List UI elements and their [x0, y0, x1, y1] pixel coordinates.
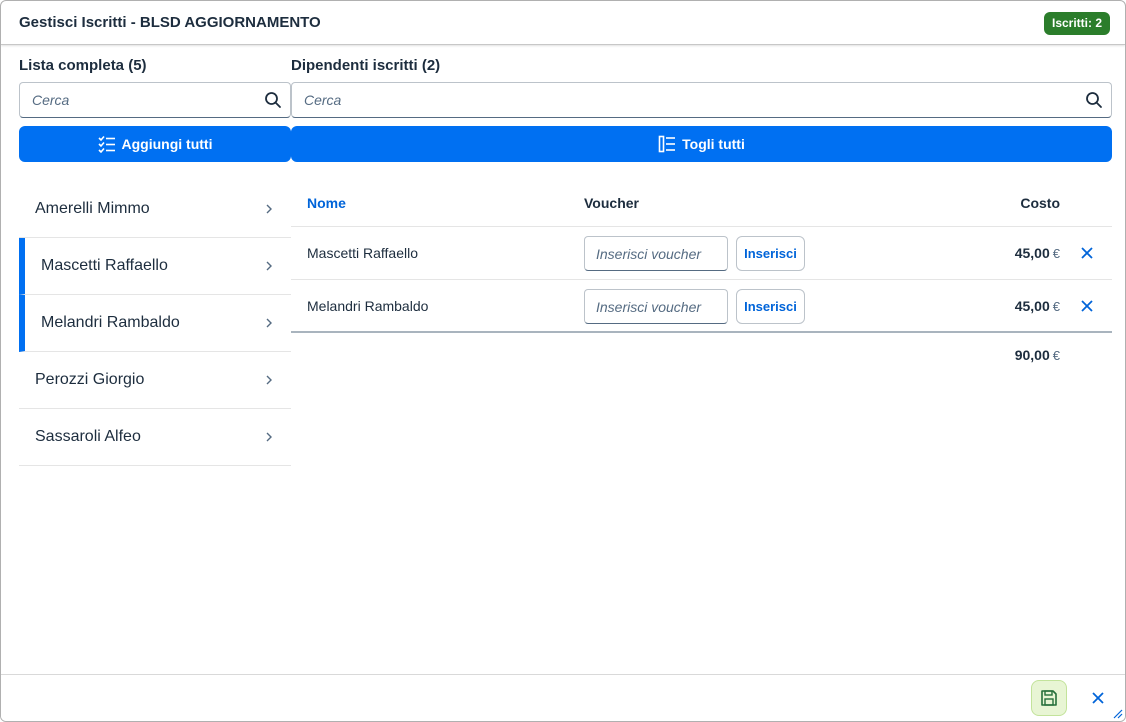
search-icon[interactable] — [1085, 91, 1103, 109]
list-item-label: Melandri Rambaldo — [41, 314, 180, 331]
add-all-label: Aggiungi tutti — [121, 136, 213, 152]
close-icon[interactable] — [1080, 246, 1094, 260]
list-item[interactable]: Amerelli Mimmo — [19, 181, 291, 238]
dialog-header: Gestisci Iscritti - BLSD AGGIORNAMENTO I… — [1, 1, 1125, 45]
full-list-search-input[interactable] — [20, 83, 290, 117]
total-amount: 90,00 — [1014, 347, 1050, 363]
chevron-right-icon — [266, 432, 272, 442]
list-item-label: Sassaroli Alfeo — [35, 428, 141, 445]
checklist-icon — [97, 135, 115, 153]
close-icon[interactable] — [1080, 299, 1094, 313]
chevron-right-icon — [266, 318, 272, 328]
remove-all-label: Togli tutti — [682, 136, 745, 152]
table-row: Melandri Rambaldo Inserisci 45,00€ — [291, 280, 1112, 333]
list-item[interactable]: Perozzi Giorgio — [19, 352, 291, 409]
cost-amount: 45,00 — [1014, 298, 1050, 314]
list-item[interactable]: Melandri Rambaldo — [19, 295, 291, 352]
column-header-cost: Costo — [1020, 195, 1060, 211]
full-list: Amerelli Mimmo Mascetti Raffaello Meland… — [19, 181, 291, 466]
enrolled-search-input[interactable] — [292, 83, 1111, 117]
enrolled-table: Nome Voucher Costo Mascetti Raffaello In… — [291, 181, 1112, 373]
cost-amount: 45,00 — [1014, 245, 1050, 261]
column-header-name[interactable]: Nome — [307, 195, 346, 211]
total-cost: 90,00 € — [1015, 347, 1060, 363]
insert-voucher-button[interactable]: Inserisci — [736, 236, 805, 271]
list-item[interactable]: Mascetti Raffaello — [19, 238, 291, 295]
chevron-right-icon — [266, 261, 272, 271]
row-name: Mascetti Raffaello — [307, 245, 419, 261]
insert-voucher-button[interactable]: Inserisci — [736, 289, 805, 324]
chevron-right-icon — [266, 375, 272, 385]
row-cost: 45,00 € — [1015, 298, 1060, 314]
enrolled-count-badge: Iscritti: 2 — [1043, 12, 1110, 35]
dialog-title: Gestisci Iscritti - BLSD AGGIORNAMENTO — [19, 14, 321, 31]
column-header-voucher: Voucher — [584, 195, 639, 211]
remove-all-button[interactable]: Togli tutti — [291, 126, 1112, 162]
list-item[interactable]: Sassaroli Alfeo — [19, 409, 291, 466]
list-item-label: Mascetti Raffaello — [41, 257, 168, 274]
save-button[interactable] — [1031, 680, 1067, 716]
cost-currency: € — [1052, 299, 1060, 314]
cost-currency: € — [1052, 246, 1060, 261]
dialog-footer — [1, 674, 1125, 721]
full-list-search — [19, 82, 291, 118]
row-cost: 45,00 € — [1015, 245, 1060, 261]
search-icon[interactable] — [264, 91, 282, 109]
total-row: 90,00 € — [291, 333, 1112, 373]
table-row: Mascetti Raffaello Inserisci 45,00€ — [291, 227, 1112, 280]
list-remove-icon — [658, 135, 676, 153]
close-icon[interactable] — [1089, 689, 1107, 707]
voucher-input[interactable] — [584, 236, 728, 271]
add-all-button[interactable]: Aggiungi tutti — [19, 126, 291, 162]
row-name: Melandri Rambaldo — [307, 298, 429, 314]
list-item-label: Perozzi Giorgio — [35, 371, 145, 388]
manage-enrollees-dialog: Gestisci Iscritti - BLSD AGGIORNAMENTO I… — [0, 0, 1126, 722]
enrolled-search — [291, 82, 1112, 118]
chevron-right-icon — [266, 204, 272, 214]
enrolled-list-title: Dipendenti iscritti (2) — [291, 57, 441, 74]
full-list-title: Lista completa (5) — [19, 57, 147, 74]
resize-handle-icon[interactable] — [1111, 707, 1123, 719]
table-header: Nome Voucher Costo — [291, 181, 1112, 227]
list-item-label: Amerelli Mimmo — [35, 200, 150, 217]
save-icon — [1041, 690, 1057, 706]
voucher-input[interactable] — [584, 289, 728, 324]
total-currency: € — [1052, 348, 1060, 363]
